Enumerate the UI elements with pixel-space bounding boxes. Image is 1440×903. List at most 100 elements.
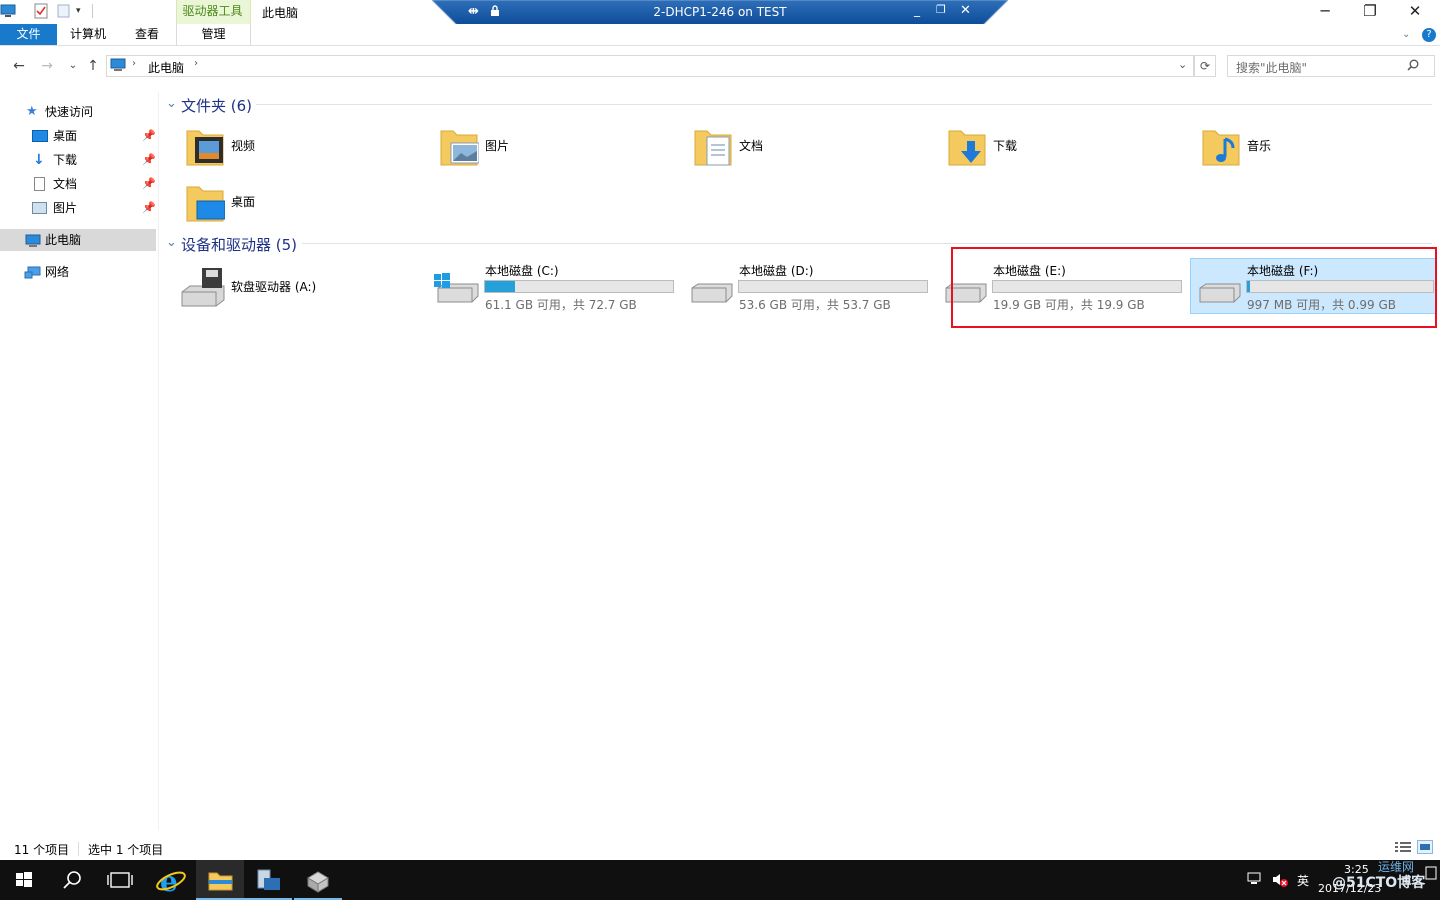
pin-bar-icon[interactable]: ⇹: [468, 4, 482, 20]
folder-label: 视频: [231, 139, 256, 153]
pin-icon[interactable]: 📌: [142, 149, 156, 171]
folder-tile-desktop[interactable]: 桌面: [181, 177, 421, 227]
drive-usage-bar: [738, 280, 928, 293]
hard-drive-icon: [691, 283, 733, 303]
group-divider: [256, 104, 1432, 105]
forward-button[interactable]: →: [38, 58, 56, 74]
network-tray-icon[interactable]: [1247, 872, 1263, 886]
folder-label: 图片: [485, 139, 510, 153]
remote-minimize-button[interactable]: _: [914, 3, 926, 19]
nav-this-pc-label: 此电脑: [45, 233, 82, 247]
nav-network[interactable]: 网络: [0, 261, 156, 283]
minimize-button[interactable]: ─: [1302, 0, 1348, 24]
internet-explorer-icon[interactable]: e: [148, 860, 196, 900]
drive-name: 本地磁盘 (C:): [485, 264, 559, 278]
tiles-view-icon[interactable]: [1417, 840, 1433, 854]
nav-item-label: 桌面: [53, 129, 78, 143]
nav-item-downloads[interactable]: ↓ 下载 📌: [0, 149, 156, 171]
refresh-button[interactable]: ⟳: [1194, 55, 1216, 77]
breadcrumb-chevron-icon[interactable]: ›: [194, 58, 198, 69]
nav-item-desktop[interactable]: 桌面 📌: [0, 125, 156, 147]
admin-tools-icon[interactable]: [294, 860, 342, 900]
maximize-button[interactable]: ❐: [1347, 0, 1393, 24]
drive-tile-d[interactable]: 本地磁盘 (D:) 53.6 GB 可用，共 53.7 GB: [684, 258, 930, 314]
folder-tile-pictures[interactable]: 图片: [435, 121, 675, 171]
drive-tile-c[interactable]: 本地磁盘 (C:) 61.1 GB 可用，共 72.7 GB: [430, 258, 676, 314]
file-explorer-taskbar-button[interactable]: [196, 860, 244, 900]
folder-tile-documents[interactable]: 文档: [689, 121, 929, 171]
folders-group-header[interactable]: 文件夹 (6): [181, 95, 252, 116]
back-button[interactable]: ←: [10, 58, 28, 74]
tab-view[interactable]: 查看: [121, 24, 173, 45]
close-button[interactable]: ✕: [1392, 0, 1438, 24]
star-icon: ★: [26, 104, 38, 119]
nav-item-documents[interactable]: 文档 📌: [0, 173, 156, 195]
breadcrumb[interactable]: 此电脑: [148, 59, 184, 76]
qat-dropdown-icon[interactable]: ▾: [76, 6, 86, 16]
expand-ribbon-icon[interactable]: ⌄: [1402, 29, 1414, 41]
address-bar[interactable]: [106, 55, 1194, 77]
folder-tile-music[interactable]: 音乐: [1197, 121, 1437, 171]
server-manager-icon[interactable]: [244, 860, 292, 900]
drive-tile-f[interactable]: 本地磁盘 (F:) 997 MB 可用，共 0.99 GB: [1190, 258, 1436, 314]
details-view-icon[interactable]: [1395, 841, 1411, 853]
start-button[interactable]: [0, 860, 48, 900]
task-view-button[interactable]: [96, 860, 144, 900]
drive-space-info: 997 MB 可用，共 0.99 GB: [1247, 298, 1396, 312]
drive-usage-fill: [1247, 281, 1250, 292]
drive-name: 本地磁盘 (E:): [993, 264, 1066, 278]
help-icon[interactable]: ?: [1422, 28, 1436, 42]
status-divider: [78, 842, 79, 856]
pin-icon[interactable]: 📌: [142, 197, 156, 219]
breadcrumb-separator-icon[interactable]: ›: [132, 58, 136, 69]
drives-group-header[interactable]: 设备和驱动器 (5): [181, 234, 297, 255]
picture-icon: [32, 202, 47, 214]
network-icon: [24, 265, 41, 287]
drive-usage-bar: [992, 280, 1182, 293]
nav-item-label: 下载: [53, 153, 78, 167]
video-folder-icon: [186, 130, 224, 166]
folder-label: 桌面: [231, 195, 256, 209]
remote-close-button[interactable]: ✕: [960, 3, 974, 19]
tab-file[interactable]: 文件: [0, 24, 57, 45]
drive-tools-label: 驱动器工具: [182, 4, 243, 18]
properties-icon[interactable]: [34, 3, 48, 19]
folder-tile-videos[interactable]: 视频: [181, 121, 421, 171]
collapse-chevron-icon[interactable]: ⌄: [166, 96, 177, 111]
collapse-chevron-icon[interactable]: ⌄: [166, 235, 177, 250]
this-pc-icon: [110, 58, 126, 72]
drive-usage-fill: [485, 281, 515, 292]
pin-icon[interactable]: 📌: [142, 173, 156, 195]
up-button[interactable]: ↑: [84, 58, 102, 74]
nav-item-label: 文档: [53, 177, 78, 191]
desktop-icon: [32, 130, 48, 142]
remote-session-title: 2-DHCP1-246 on TEST: [653, 5, 787, 19]
folder-label: 文档: [739, 139, 764, 153]
remote-restore-button[interactable]: ❐: [936, 3, 950, 19]
window-title: 此电脑: [262, 6, 299, 20]
volume-muted-icon[interactable]: [1271, 872, 1289, 888]
tab-computer[interactable]: 计算机: [57, 24, 119, 45]
nav-this-pc[interactable]: 此电脑: [0, 229, 156, 251]
tab-manage[interactable]: 管理: [176, 24, 251, 45]
recent-locations-icon[interactable]: ⌄: [64, 58, 82, 74]
drive-name: 本地磁盘 (F:): [1247, 264, 1319, 278]
selected-count: 选中 1 个项目: [88, 843, 164, 857]
ime-indicator[interactable]: 英: [1297, 872, 1309, 889]
folder-tile-downloads[interactable]: 下载: [943, 121, 1183, 171]
qat-separator: [92, 4, 93, 18]
search-icon[interactable]: [1407, 59, 1419, 71]
new-folder-icon[interactable]: [57, 4, 70, 18]
pin-icon[interactable]: 📌: [142, 125, 156, 147]
nav-quick-access[interactable]: ★ 快速访问: [0, 101, 156, 123]
computer-icon[interactable]: [0, 4, 16, 18]
nav-item-pictures[interactable]: 图片 📌: [0, 197, 156, 219]
notification-icon[interactable]: [1425, 866, 1437, 880]
search-placeholder: 搜索"此电脑": [1236, 61, 1308, 75]
drive-tile-floppy[interactable]: 软盘驱动器 (A:): [176, 258, 420, 314]
search-taskbar-button[interactable]: [48, 860, 96, 900]
drive-tile-e[interactable]: 本地磁盘 (E:) 19.9 GB 可用，共 19.9 GB: [938, 258, 1184, 314]
address-dropdown-icon[interactable]: ⌄: [1178, 58, 1187, 71]
documents-folder-icon: [694, 130, 732, 166]
status-bar: [0, 838, 1440, 860]
